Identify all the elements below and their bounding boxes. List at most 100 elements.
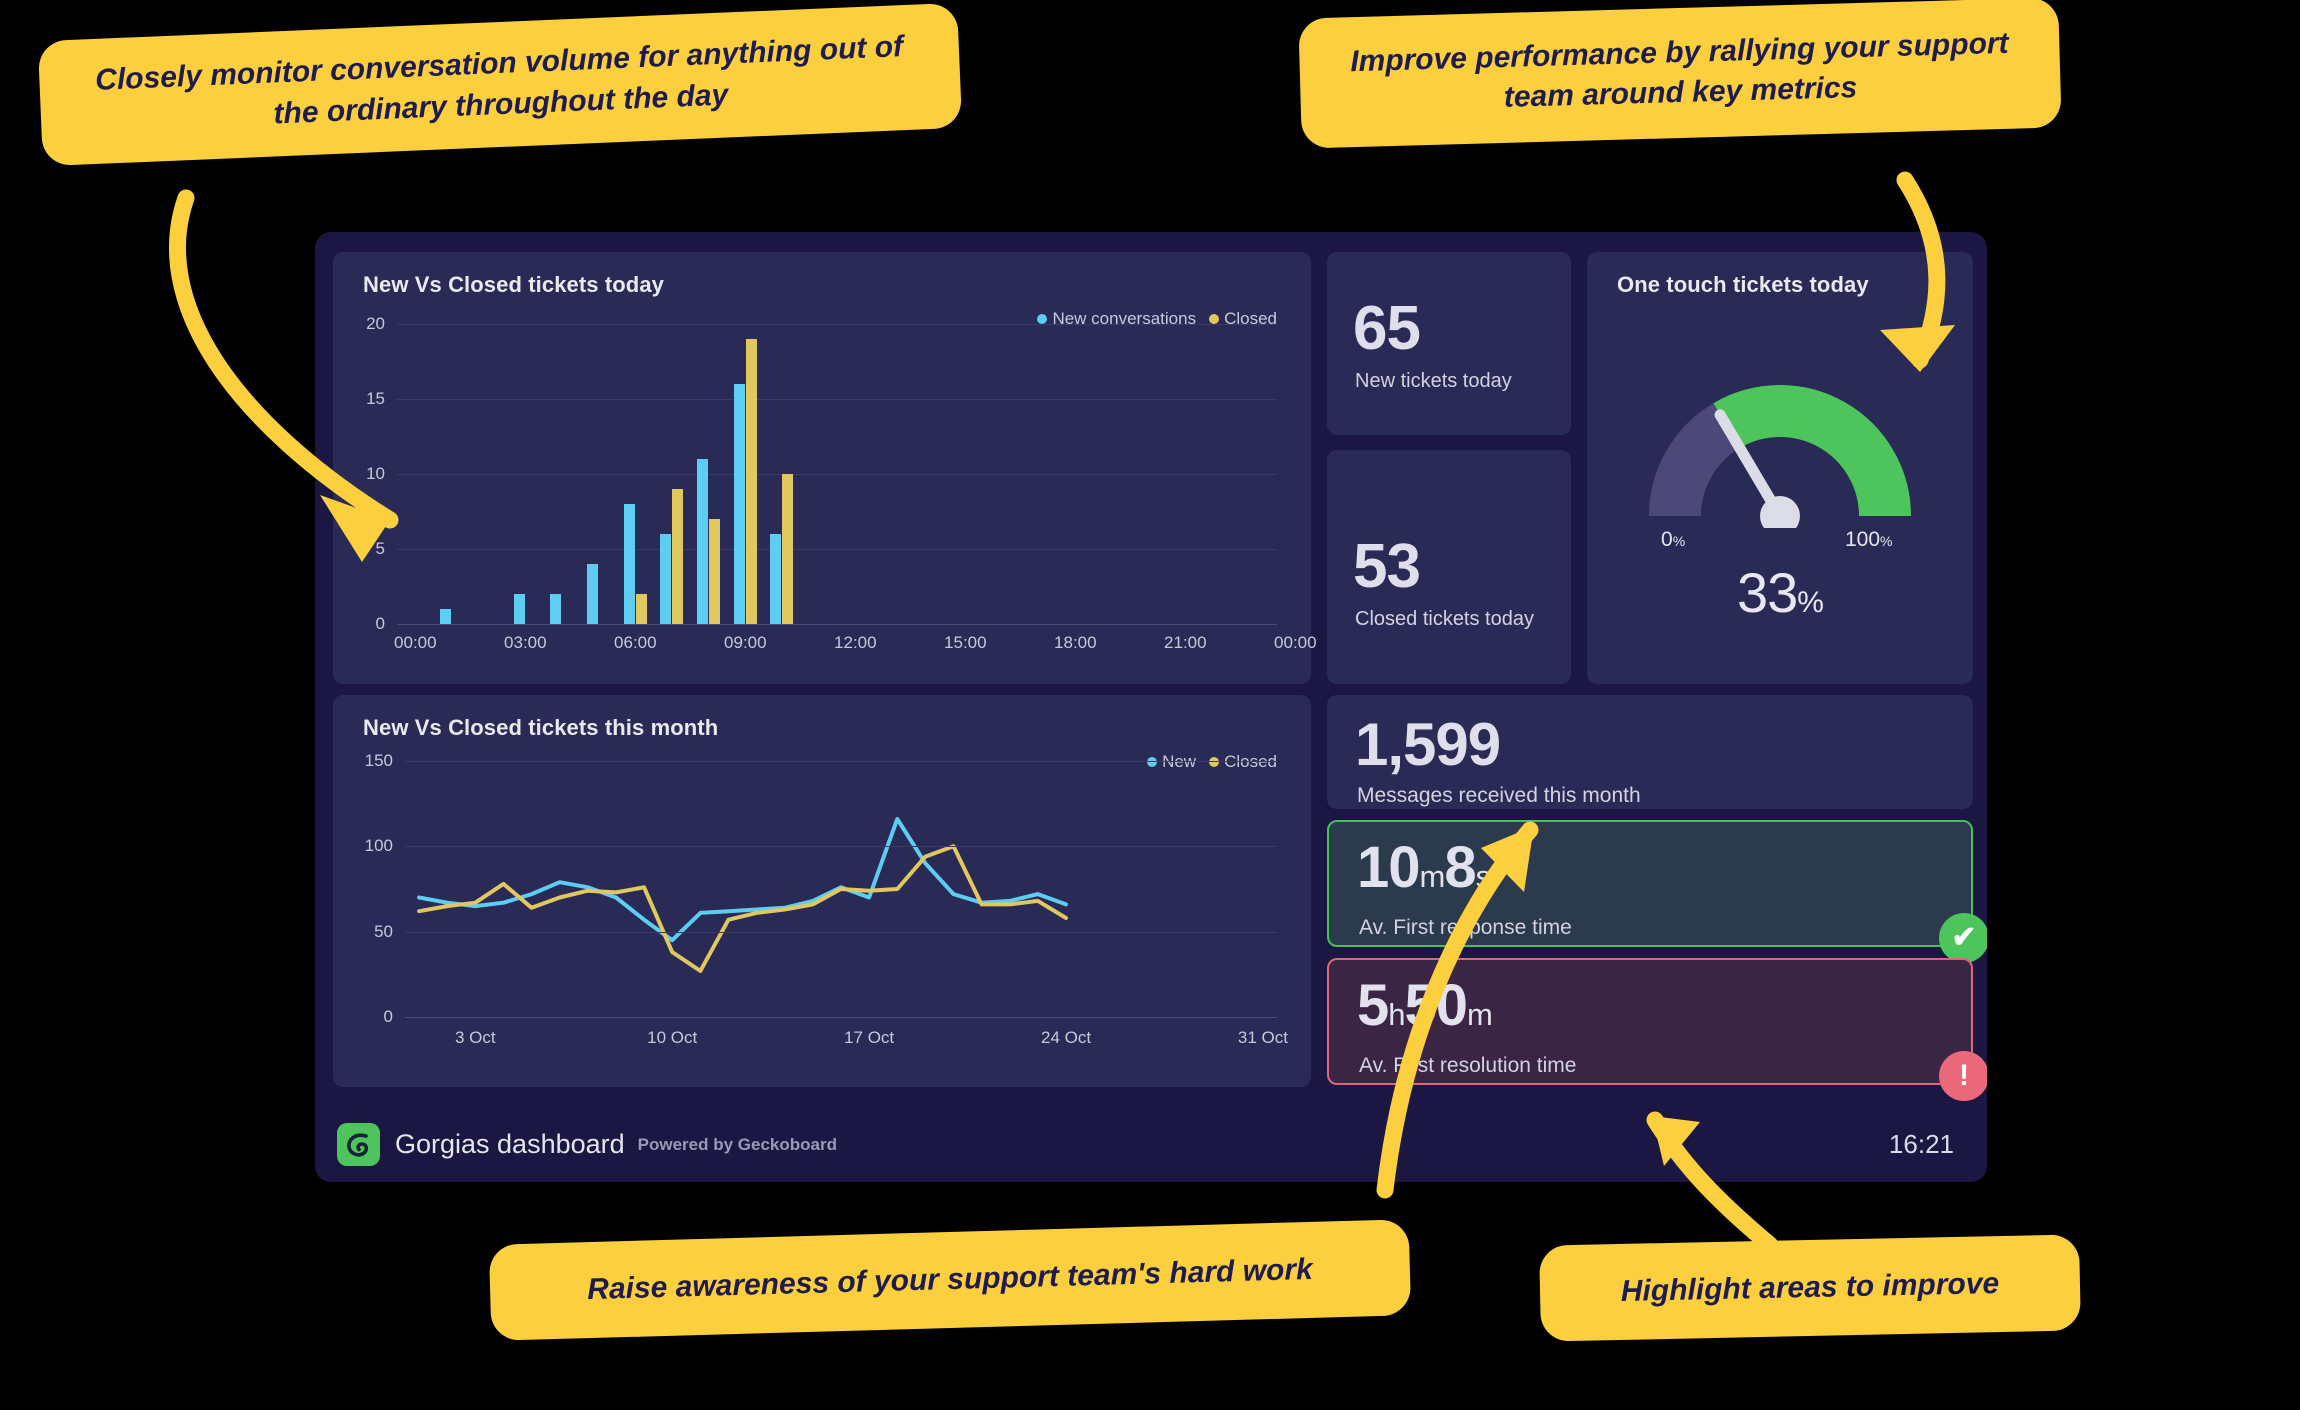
gauge-max-value: 100	[1845, 528, 1881, 551]
bar-gridline: 10	[366, 464, 1277, 483]
legend-dot-new-conversations	[1037, 314, 1048, 324]
gauge-current-value: 33%	[1587, 560, 1973, 625]
widget-first-resolution-time[interactable]: 5h50m Av. First resolution time !	[1327, 958, 1987, 1101]
bar-new-conversations	[623, 504, 635, 624]
new-tickets-label: New tickets today	[1355, 370, 1512, 392]
messages-value: 1,599	[1355, 711, 1501, 778]
first-resolution-minutes-unit: m	[1467, 997, 1493, 1032]
callout-monitor-volume-text: Closely monitor conversation volume for …	[94, 30, 904, 130]
line-gridline: 150	[365, 751, 1277, 770]
closed-tickets-label: Closed tickets today	[1355, 608, 1534, 630]
line-chart-plot-area: 0 50 100 150 3 Oct 10 Oct 17 Oct 24 Oct 31 Oct	[365, 751, 1288, 1047]
bar-chart-title: New Vs Closed tickets today	[363, 272, 665, 297]
bar-x-tick-label: 03:00	[504, 633, 547, 652]
widget-new-tickets-today[interactable]: 65 New tickets today	[1327, 252, 1571, 435]
callout-improve-performance: Improve performance by rallying your sup…	[1298, 0, 2062, 149]
new-tickets-value: 65	[1353, 294, 1421, 363]
bar-new-conversations	[586, 564, 598, 624]
first-response-label: Av. First response time	[1359, 916, 1572, 939]
gauge-min-unit: %	[1672, 533, 1686, 549]
line-x-axis	[405, 1017, 1277, 1018]
bar-new-conversations	[733, 384, 745, 624]
widget-closed-tickets-today[interactable]: 53 Closed tickets today	[1327, 450, 1571, 684]
line-gridline: 100	[365, 836, 1277, 855]
bar-y-tick-label: 10	[366, 464, 385, 483]
first-resolution-hours: 5	[1357, 973, 1389, 1038]
line-x-tick-label: 17 Oct	[844, 1028, 895, 1047]
widget-messages-received[interactable]: 1,599 Messages received this month	[1327, 695, 1973, 809]
line-chart-title: New Vs Closed tickets this month	[363, 715, 719, 740]
widget-first-response-time[interactable]: 10m8s Av. First response time ✔	[1327, 820, 1987, 963]
bar-new-conversations	[660, 534, 672, 624]
line-gridline: 50	[374, 922, 1277, 941]
callout-raise-awareness: Raise awareness of your support team's h…	[488, 1219, 1412, 1341]
callout-highlight-areas: Highlight areas to improve	[1539, 1234, 2081, 1342]
bar-x-tick-label: 09:00	[724, 633, 767, 652]
first-response-minutes-unit: m	[1419, 859, 1446, 894]
bar-closed	[745, 339, 757, 624]
gauge-value-unit: %	[1797, 586, 1824, 619]
bar-closed	[672, 489, 684, 624]
bar-y-tick-label: 15	[366, 389, 385, 408]
gorgias-spiral-icon	[337, 1123, 380, 1166]
dashboard-clock: 16:21	[1888, 1129, 1954, 1159]
bar-new-conversations	[696, 459, 708, 624]
callout-raise-awareness-text: Raise awareness of your support team's h…	[586, 1252, 1314, 1306]
widget-new-vs-closed-today[interactable]: New Vs Closed tickets today New conversa…	[333, 252, 1317, 684]
first-response-value: 10m8s	[1357, 835, 1491, 900]
bar-x-axis	[397, 624, 1277, 625]
line-y-tick-label: 50	[374, 921, 393, 941]
bar-closed	[708, 519, 720, 624]
bar-y-tick-label: 0	[375, 614, 385, 633]
gauge-max-label: 100%	[1845, 528, 1893, 552]
first-response-minutes: 10	[1357, 835, 1421, 900]
dashboard-footer: Gorgias dashboard Powered by Geckoboard …	[315, 1107, 1987, 1182]
bar-x-tick-label: 21:00	[1164, 633, 1207, 652]
first-response-seconds: 8	[1444, 835, 1476, 900]
line-y-tick-label: 100	[364, 836, 393, 856]
first-resolution-label: Av. First resolution time	[1359, 1054, 1577, 1077]
first-resolution-minutes: 50	[1404, 973, 1469, 1038]
bar-gridline: 15	[366, 389, 1277, 408]
dashboard-widget-grid: New Vs Closed tickets today New conversa…	[315, 232, 1987, 1107]
dashboard-brand-name: Gorgias dashboard	[395, 1129, 625, 1159]
first-response-seconds-unit: s	[1475, 859, 1491, 894]
dashboard-frame: New Vs Closed tickets today New conversa…	[315, 232, 1987, 1182]
callout-improve-performance-text: Improve performance by rallying your sup…	[1349, 26, 2009, 114]
dashboard-powered-by: Powered by Geckoboard	[637, 1134, 837, 1154]
widget-one-touch-tickets-gauge[interactable]: One touch tickets today 0% 100% 33%	[1587, 252, 1973, 684]
callout-monitor-volume: Closely monitor conversation volume for …	[37, 2, 963, 167]
first-resolution-value: 5h50m	[1357, 973, 1493, 1038]
first-resolution-hours-unit: h	[1388, 997, 1405, 1032]
status-badge-success-icon: ✔	[1939, 913, 1987, 963]
bar-new-conversations	[550, 594, 562, 624]
bar-new-conversations	[770, 534, 782, 624]
bar-x-tick-label: 00:00	[1274, 633, 1317, 652]
bar-new-conversations	[513, 594, 525, 624]
bar-chart-plot-area: 0 5 10 15 20 00:00 03:00 06:00 09:00 12:00 15:00 18…	[366, 314, 1317, 652]
bar-gridline: 5	[376, 539, 1277, 558]
line-x-tick-label: 3 Oct	[455, 1028, 496, 1047]
status-badge-warning-icon: !	[1939, 1051, 1987, 1101]
line-x-tick-label: 24 Oct	[1040, 1028, 1092, 1047]
widget-new-vs-closed-this-month[interactable]: New Vs Closed tickets this month New Clo…	[333, 695, 1311, 1087]
gauge-dial	[1649, 385, 1911, 528]
gauge-max-unit: %	[1880, 533, 1893, 549]
gauge-min-label: 0%	[1661, 528, 1685, 552]
bar-x-tick-label: 06:00	[614, 633, 657, 652]
legend-dot-closed	[1209, 314, 1220, 324]
bar-x-tick-label: 18:00	[1054, 633, 1097, 652]
bar-x-tick-label: 00:00	[394, 633, 437, 652]
callout-highlight-areas-text: Highlight areas to improve	[1620, 1266, 2000, 1308]
bar-y-tick-label: 5	[375, 539, 385, 558]
closed-tickets-value: 53	[1353, 532, 1421, 601]
line-x-tick-label: 10 Oct	[647, 1028, 698, 1047]
bar-closed	[635, 594, 647, 624]
line-y-tick-label: 150	[364, 751, 393, 770]
bar-y-tick-label: 20	[366, 314, 385, 333]
line-y-tick-label: 0	[383, 1007, 393, 1026]
gauge-min-value: 0	[1661, 528, 1673, 551]
gauge-track-arc	[1649, 403, 1741, 517]
bar-x-tick-label: 12:00	[834, 633, 877, 652]
bar-gridline: 20	[366, 314, 1277, 333]
